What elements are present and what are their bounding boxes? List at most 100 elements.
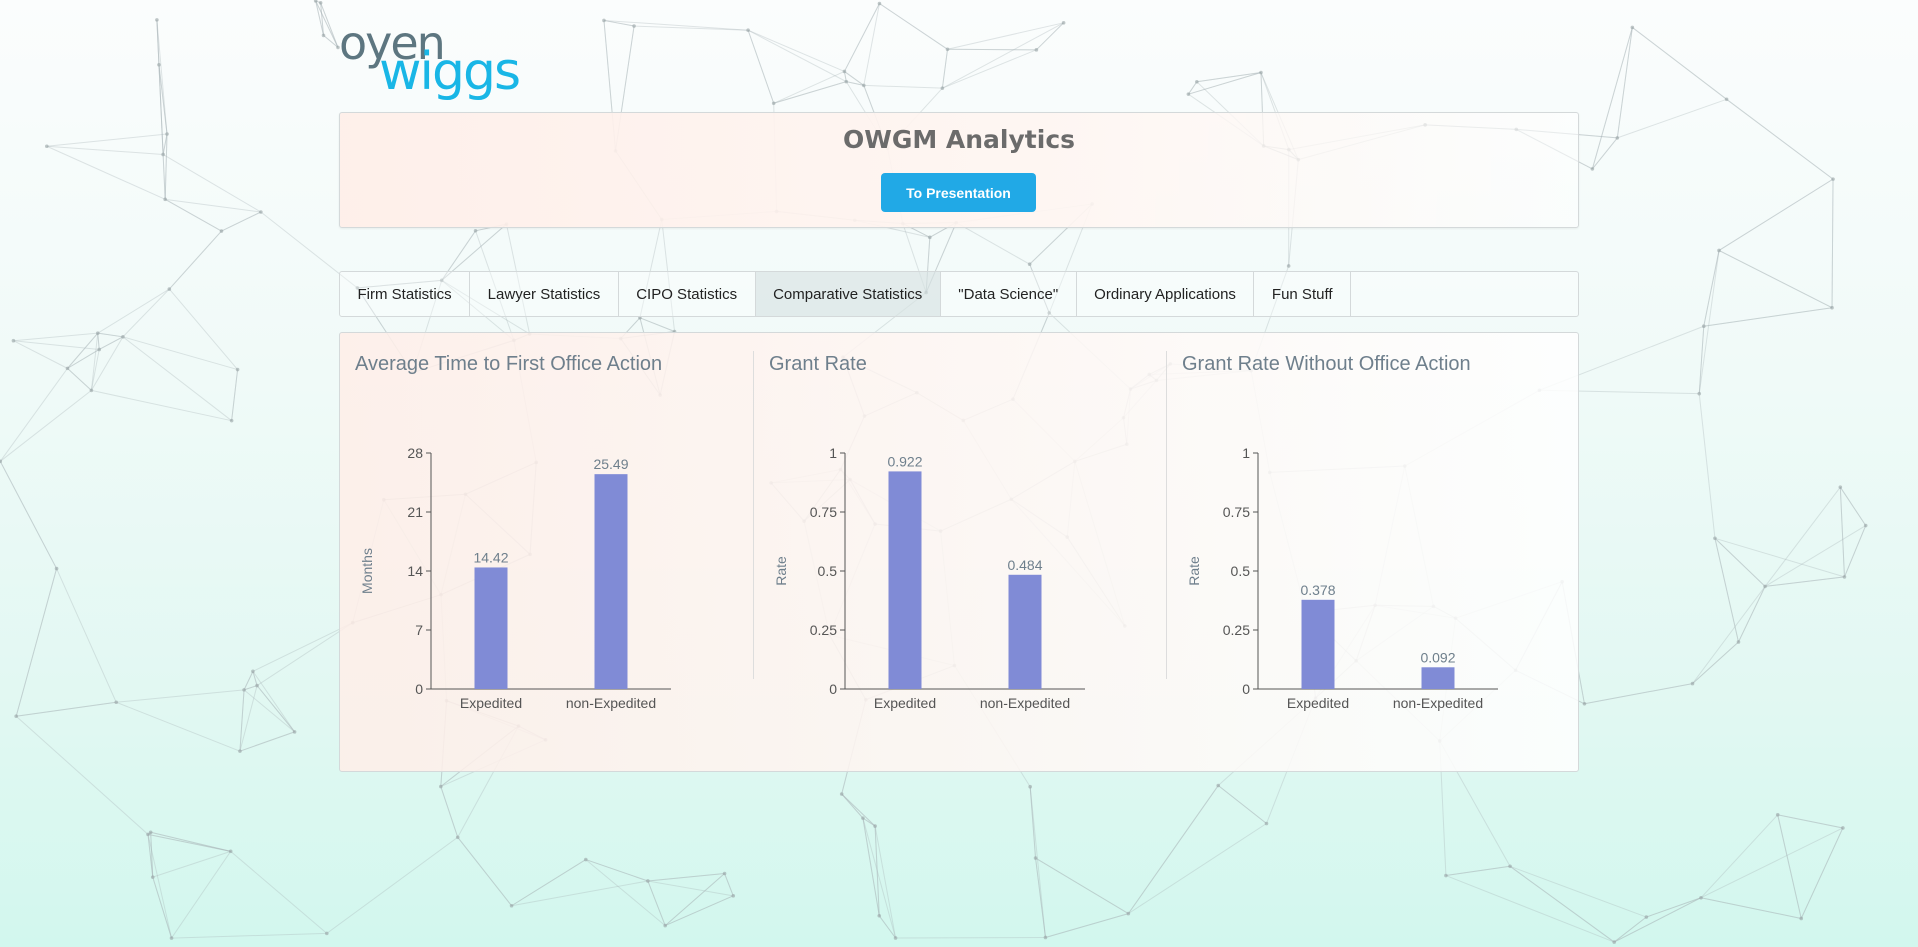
tab-bar: Firm Statistics Lawyer Statistics CIPO S… (339, 271, 1579, 317)
tab-lawyer-statistics[interactable]: Lawyer Statistics (470, 272, 619, 316)
bar (474, 567, 508, 689)
network-node (1699, 895, 1703, 900)
network-node (1831, 177, 1835, 181)
network-node (940, 86, 945, 90)
network-node (65, 366, 70, 371)
network-node (321, 33, 326, 38)
network-line (862, 817, 897, 939)
tab-fun-stuff[interactable]: Fun Stuff (1254, 272, 1352, 316)
network-node (839, 792, 844, 796)
y-tick-label: 0 (829, 681, 837, 697)
network-node (1028, 784, 1032, 789)
network-line (647, 873, 725, 882)
network-node (1259, 70, 1263, 75)
network-node (150, 875, 155, 879)
y-tick-label: 0 (415, 681, 423, 697)
network-line (252, 671, 296, 733)
header-panel: OWGM Analytics To Presentation (339, 112, 1579, 228)
network-line (879, 3, 948, 50)
network-node (313, 0, 318, 3)
y-axis-label: Rate (1186, 556, 1202, 586)
network-line (230, 850, 328, 934)
y-tick-label: 0.75 (810, 504, 837, 520)
tab-data-science[interactable]: "Data Science" (941, 272, 1077, 316)
charts-panel: Average Time to First Office Action 0 7 14… (339, 332, 1579, 772)
network-node (1612, 940, 1617, 944)
y-tick-label: 1 (829, 445, 837, 461)
network-line (1700, 814, 1779, 899)
network-line (1698, 250, 1720, 394)
network-line (326, 836, 459, 934)
chart-avg-time-first-office-action: Average Time to First Office Action 0 7 14… (340, 333, 753, 771)
y-tick-label: 1 (1242, 445, 1250, 461)
network-line (1764, 525, 1866, 587)
network-line (440, 786, 459, 838)
network-line (15, 715, 149, 835)
network-node (1034, 48, 1039, 52)
network-node (238, 749, 242, 753)
network-node (1195, 79, 1199, 84)
network-line (942, 22, 1064, 89)
network-line (171, 851, 232, 939)
network-node (325, 931, 329, 936)
chart-grant-rate-without-office-action: Grant Rate Without Office Action 0 0.25 0.… (1166, 351, 1580, 711)
network-line (863, 3, 880, 86)
network-node (1186, 92, 1191, 96)
network-node (1264, 821, 1269, 826)
network-line (1800, 827, 1844, 919)
to-presentation-button[interactable]: To Presentation (881, 173, 1036, 212)
network-line (942, 49, 1037, 89)
network-line (895, 936, 1046, 939)
tab-cipo-statistics[interactable]: CIPO Statistics (619, 272, 756, 316)
network-line (1726, 98, 1834, 180)
network-line (1703, 307, 1833, 327)
network-node (1216, 783, 1221, 788)
network-line (1718, 178, 1834, 251)
tab-ordinary-applications[interactable]: Ordinary Applications (1077, 272, 1255, 316)
x-tick-label: Expedited (1287, 695, 1349, 711)
network-line (1646, 897, 1702, 918)
tab-comparative-statistics[interactable]: Comparative Statistics (755, 272, 941, 316)
network-line (724, 873, 734, 897)
network-line (162, 154, 262, 213)
network-node (292, 730, 297, 734)
network-node (1799, 916, 1804, 921)
network-line (1445, 865, 1511, 877)
bar (888, 471, 922, 689)
network-line (97, 332, 124, 338)
network-node (1724, 97, 1729, 102)
network-line (603, 19, 749, 31)
network-node (893, 936, 898, 940)
network-line (243, 689, 295, 733)
network-node (155, 18, 159, 22)
network-line (1698, 393, 1716, 539)
network-node (1697, 391, 1702, 396)
network-line (747, 29, 847, 83)
network-node (1841, 826, 1845, 830)
network-node (746, 28, 750, 33)
network-line (947, 22, 1064, 50)
network-node (583, 857, 588, 862)
network-line (1613, 897, 1702, 943)
network-node (1863, 523, 1868, 528)
network-line (1591, 27, 1633, 170)
y-tick-label: 7 (415, 622, 423, 638)
network-node (318, 1, 323, 5)
network-line (941, 49, 949, 89)
tab-firm-statistics[interactable]: Firm Statistics (340, 272, 471, 316)
y-tick-label: 0.5 (1231, 563, 1251, 579)
network-node (873, 824, 877, 828)
network-line (221, 211, 262, 232)
network-line (1777, 814, 1843, 829)
network-line (1127, 785, 1219, 914)
network-line (1777, 814, 1802, 919)
network-node (1690, 681, 1695, 686)
network-line (773, 70, 845, 104)
network-node (877, 1, 882, 6)
network-node (1043, 935, 1048, 940)
network-line (1839, 487, 1845, 577)
network-line (1839, 486, 1867, 526)
network-line (231, 369, 239, 421)
network-line (165, 198, 261, 213)
bar (1421, 667, 1455, 689)
